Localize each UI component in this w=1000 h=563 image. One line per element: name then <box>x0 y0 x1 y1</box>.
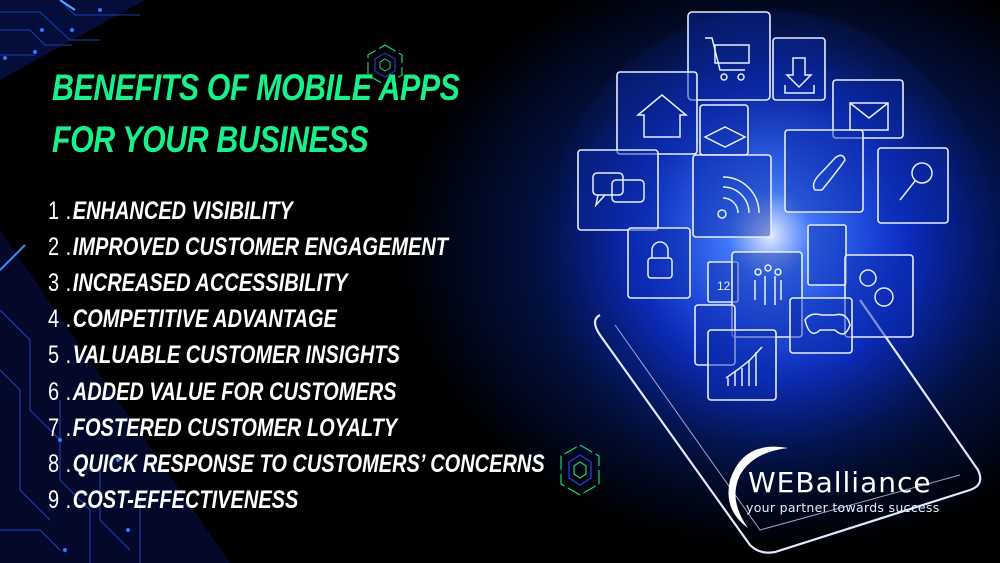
item-number: 1 <box>48 196 60 225</box>
item-separator: . <box>65 232 72 261</box>
item-separator: . <box>65 377 72 406</box>
item-number: 2 <box>48 232 60 261</box>
list-item: 9. Cost-Effectiveness <box>48 483 545 519</box>
tile-gears <box>844 254 914 338</box>
list-item: 3. Increased Accessibility <box>48 265 545 301</box>
item-separator: . <box>65 449 72 478</box>
list-item: 6. Added Value for Customers <box>48 374 545 410</box>
item-number: 9 <box>48 486 60 515</box>
tile-gamepad <box>789 297 853 354</box>
item-separator: . <box>65 305 72 334</box>
tile-lock <box>627 227 691 299</box>
list-item: 1. Enhanced Visibility <box>48 193 545 229</box>
item-separator: . <box>65 413 72 442</box>
logo-name: WEBalliance <box>748 468 932 498</box>
list-item: 8. Quick Response to Customers’ Concerns <box>48 446 545 482</box>
item-label: Fostered Customer Loyalty <box>72 413 398 442</box>
item-label: Increased Accessibility <box>72 268 348 297</box>
tile-search <box>877 147 949 224</box>
logo-name-prefix: WEB <box>748 466 816 499</box>
tile-wifi <box>692 154 772 238</box>
tile-graduation-cap <box>699 104 749 156</box>
item-number: 3 <box>48 268 60 297</box>
tile-phone <box>784 129 864 213</box>
logo-tagline: your partner towards success <box>746 500 940 515</box>
list-item: 7. Fostered Customer Loyalty <box>48 410 545 446</box>
item-label: Cost-Effectiveness <box>72 486 299 515</box>
tile-download <box>772 37 826 101</box>
item-label: Added Value for Customers <box>72 377 397 406</box>
tile-shopping-cart <box>687 11 771 101</box>
item-label: Improved Customer Engagement <box>72 232 448 261</box>
item-number: 6 <box>48 377 60 406</box>
item-separator: . <box>65 196 72 225</box>
page-title: Benefits of Mobile Apps for Your Busines… <box>52 67 460 160</box>
item-label: Valuable Customer Insights <box>72 341 400 370</box>
list-item: 4. Competitive Advantage <box>48 302 545 338</box>
item-label: Enhanced Visibility <box>72 196 293 225</box>
item-separator: . <box>65 268 72 297</box>
logo-name-suffix: alliance <box>815 466 932 499</box>
item-number: 4 <box>48 305 60 334</box>
calendar-icon: 12 <box>717 279 731 293</box>
weballiance-logo: WEBalliance your partner towards success <box>718 440 958 530</box>
item-separator: . <box>65 486 72 515</box>
list-item: 5. Valuable Customer Insights <box>48 338 545 374</box>
item-number: 8 <box>48 449 60 478</box>
item-number: 5 <box>48 341 60 370</box>
item-number: 7 <box>48 413 60 442</box>
tile-music <box>807 224 847 286</box>
list-item: 2. Improved Customer Engagement <box>48 229 545 265</box>
tile-home <box>616 71 698 155</box>
tile-chat <box>577 149 659 231</box>
tile-growth-chart <box>707 329 777 401</box>
item-label: Competitive Advantage <box>72 305 337 334</box>
item-separator: . <box>65 341 72 370</box>
item-label: Quick Response to Customers’ Concerns <box>72 449 545 478</box>
